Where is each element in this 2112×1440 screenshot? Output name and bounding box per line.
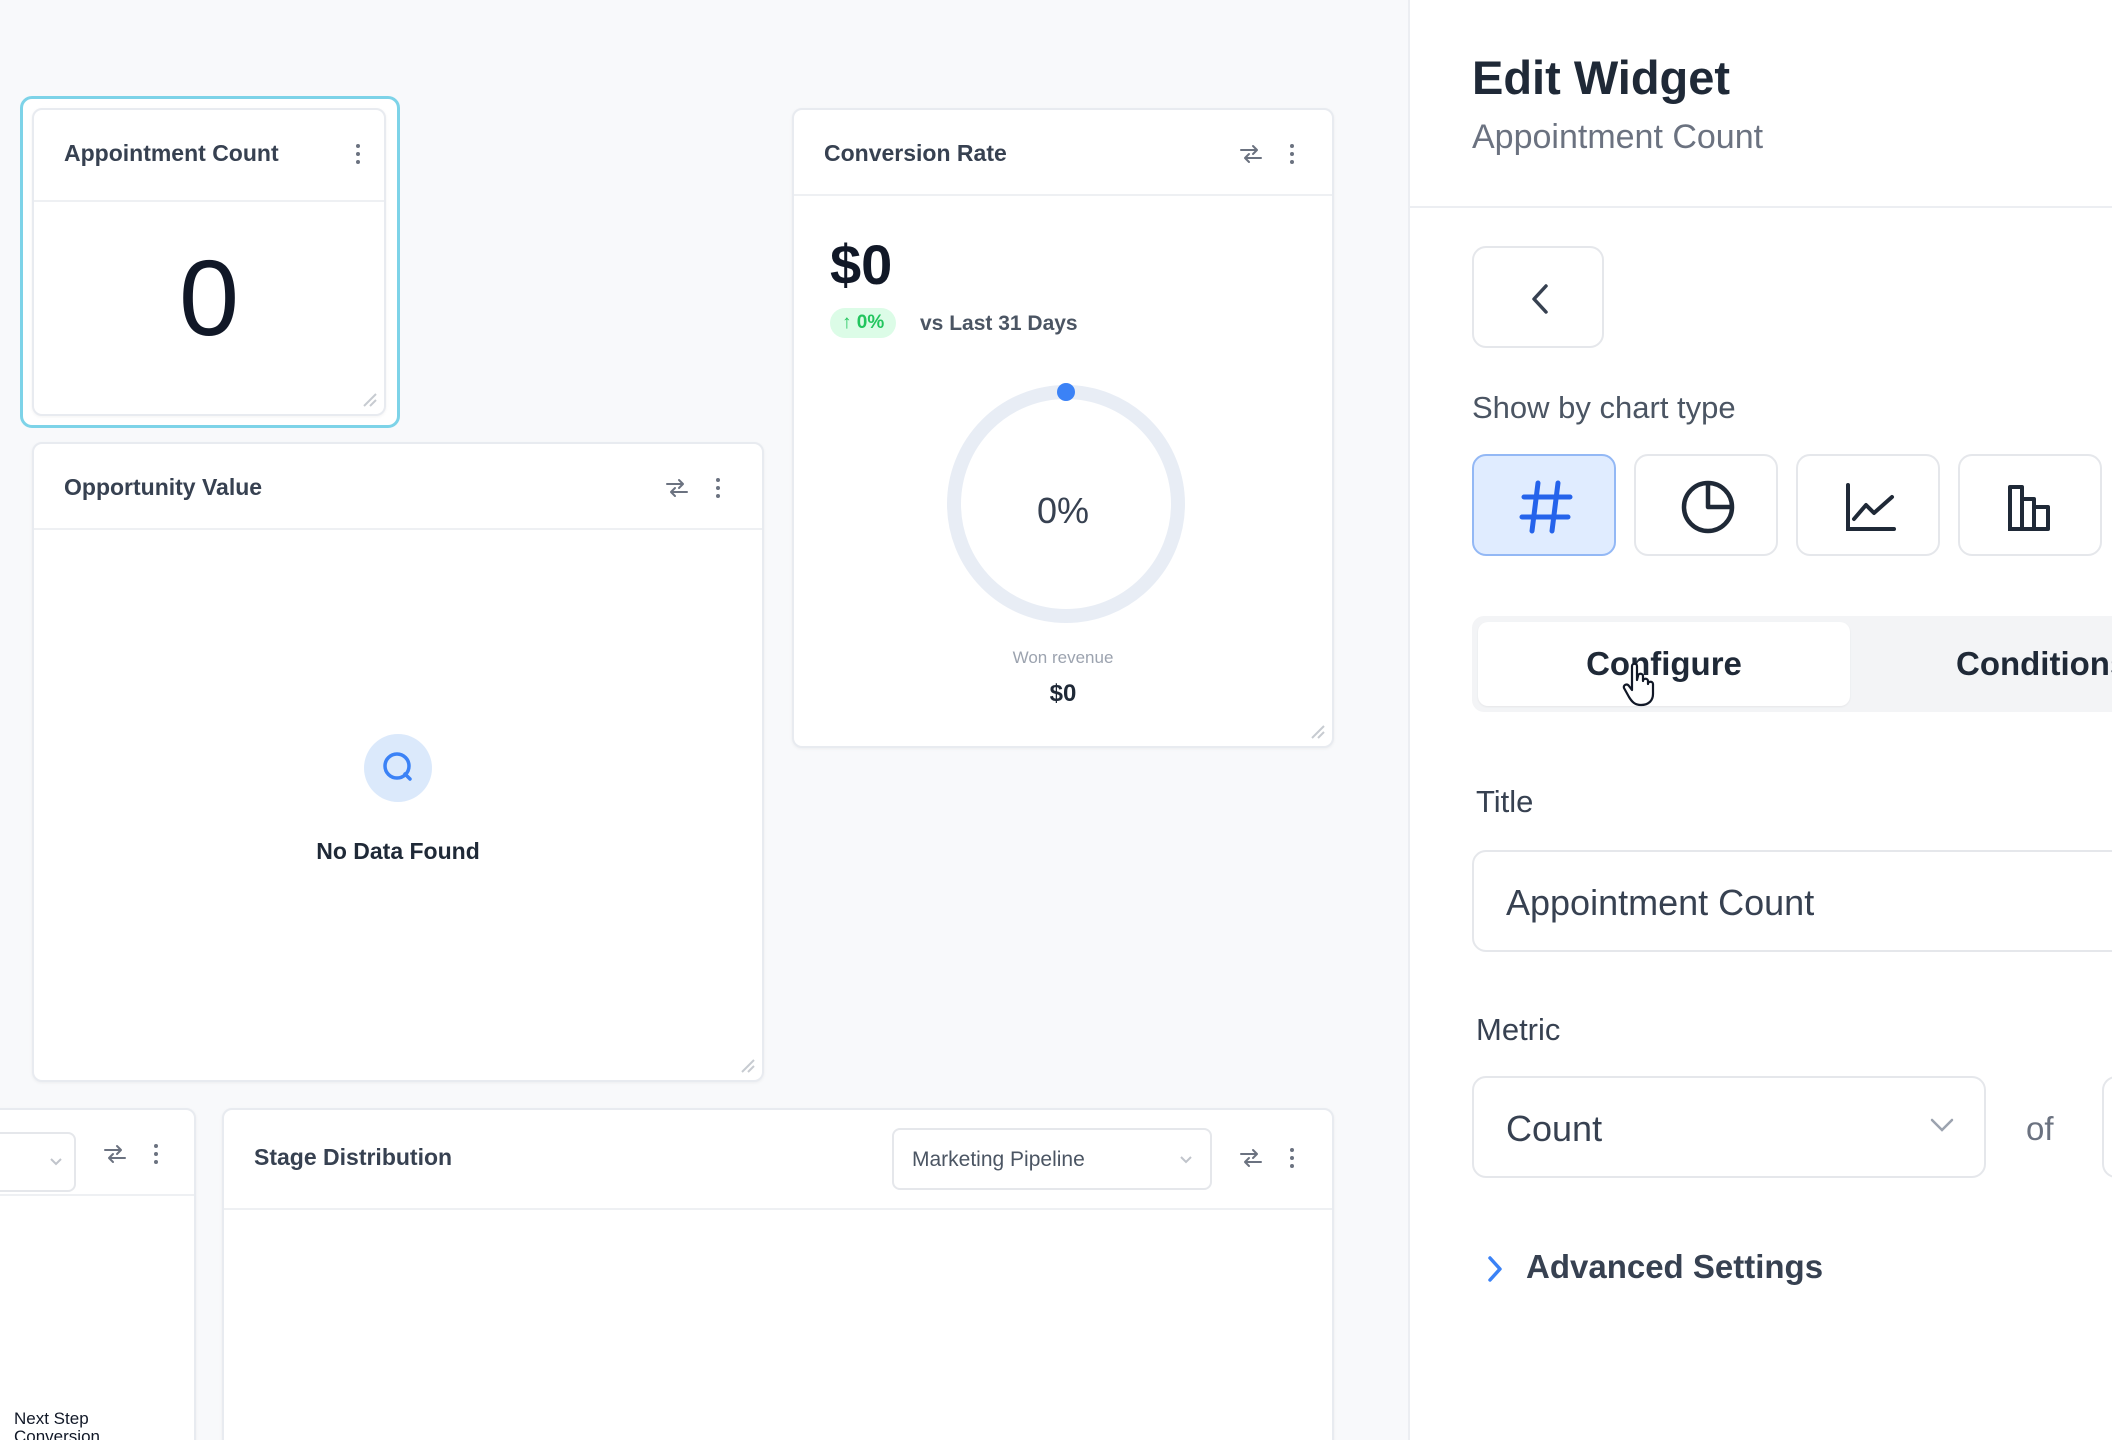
gauge-percent: 0%: [1036, 490, 1090, 531]
widget-header: Conversion Rate: [794, 110, 1332, 196]
filter-icon[interactable]: [664, 476, 690, 500]
widget-title: Stage Distribution: [254, 1144, 453, 1170]
chart-type-bar-button[interactable]: [1958, 454, 2102, 556]
won-revenue-label: Won revenue: [1012, 648, 1114, 667]
conversion-amount: $0: [830, 233, 893, 296]
metric-value: 0: [178, 237, 240, 358]
appointment-count-widget[interactable]: Appointment Count 0: [32, 108, 386, 416]
tab-configure[interactable]: Configure: [1478, 622, 1850, 706]
widget-title: Appointment Count: [64, 140, 279, 166]
metric-select[interactable]: Count: [1472, 1076, 1986, 1178]
panel-subtitle: Appointment Count: [1472, 118, 1764, 156]
chevron-right-icon: [1488, 1256, 1502, 1282]
chevron-down-icon: [50, 1158, 62, 1166]
widget-header: Appointment Count: [34, 110, 384, 202]
advanced-settings-label: Advanced Settings: [1526, 1248, 1824, 1285]
tab-conditions[interactable]: Conditions: [1956, 622, 2112, 706]
metric-field-label: Metric: [1476, 1012, 1561, 1047]
resize-handle-icon[interactable]: [358, 388, 378, 408]
change-badge: ↑ 0%: [830, 308, 897, 338]
empty-state-text: No Data Found: [316, 838, 480, 864]
resize-handle-icon[interactable]: [1306, 720, 1326, 740]
comparison-text: vs Last 31 Days: [920, 312, 1078, 335]
chart-type-pie-button[interactable]: [1634, 454, 1778, 556]
panel-title: Edit Widget: [1472, 51, 1731, 104]
stage-distribution-widget[interactable]: Stage Distribution Marketing Pipeline: [222, 1108, 1334, 1440]
dashboard-canvas: Appointment Count 0 Opportunity Value No…: [0, 0, 1408, 1440]
widget-title: Opportunity Value: [64, 474, 263, 500]
widget-header: Opportunity Value: [34, 444, 762, 530]
chart-type-label: Show by chart type: [1472, 390, 1736, 425]
hand-cursor-icon: [1622, 662, 1655, 707]
app-screen: Appointment Count 0 Opportunity Value No…: [0, 0, 2112, 1440]
gauge-indicator: [1057, 383, 1075, 401]
kebab-menu-icon[interactable]: [144, 1140, 168, 1168]
filter-icon[interactable]: [1238, 142, 1264, 166]
search-icon: [364, 734, 432, 802]
kebab-menu-icon[interactable]: [1280, 1144, 1304, 1172]
kebab-menu-icon[interactable]: [346, 140, 370, 168]
back-button[interactable]: [1472, 246, 1604, 348]
filter-icon[interactable]: [1238, 1146, 1264, 1170]
kebab-menu-icon[interactable]: [706, 474, 730, 502]
won-revenue-value: $0: [1049, 680, 1077, 707]
hashtag-icon: [1519, 480, 1573, 534]
kebab-menu-icon[interactable]: [1280, 140, 1304, 168]
metric-select-value: Count: [1506, 1108, 1603, 1149]
pie-chart-icon: [1681, 480, 1735, 534]
next-step-conversion-widget[interactable]: Next Step Conversion: [0, 1108, 196, 1440]
edit-widget-panel: Edit Widget Appointment Count Show by ch…: [1408, 0, 2112, 1440]
axis-label: Next Step Conversion: [14, 1409, 100, 1440]
conversion-rate-widget[interactable]: Conversion Rate $0 ↑ 0% vs Last 31 Days …: [792, 108, 1334, 748]
pipeline-select-value: Marketing Pipeline: [912, 1148, 1085, 1171]
widget-header: Stage Distribution Marketing Pipeline: [224, 1110, 1332, 1210]
chevron-down-icon: [1180, 1156, 1192, 1164]
widget-select[interactable]: [0, 1132, 76, 1192]
chart-type-number-button[interactable]: [1472, 454, 1616, 556]
bar-chart-icon: [2008, 485, 2050, 531]
resize-handle-icon[interactable]: [736, 1054, 756, 1074]
metric-target-select[interactable]: [2102, 1076, 2112, 1178]
opportunity-value-widget[interactable]: Opportunity Value No Data Found: [32, 442, 764, 1082]
chevron-down-icon: [1930, 1118, 1954, 1132]
filter-icon[interactable]: [102, 1142, 128, 1166]
panel-tabs: Configure Conditions: [1472, 616, 2112, 712]
panel-header: Edit Widget Appointment Count: [1410, 0, 2112, 208]
title-field-label: Title: [1476, 784, 1534, 819]
widget-header: [0, 1110, 194, 1196]
pipeline-select[interactable]: Marketing Pipeline: [892, 1128, 1212, 1190]
widget-title: Conversion Rate: [824, 140, 1007, 166]
line-chart-icon: [1846, 483, 1896, 531]
chart-type-line-button[interactable]: [1796, 454, 1940, 556]
chevron-left-icon: [1532, 284, 1548, 314]
title-input-value: Appointment Count: [1506, 882, 1815, 923]
title-input[interactable]: Appointment Count: [1472, 850, 2112, 952]
of-label: of: [2026, 1110, 2054, 1147]
